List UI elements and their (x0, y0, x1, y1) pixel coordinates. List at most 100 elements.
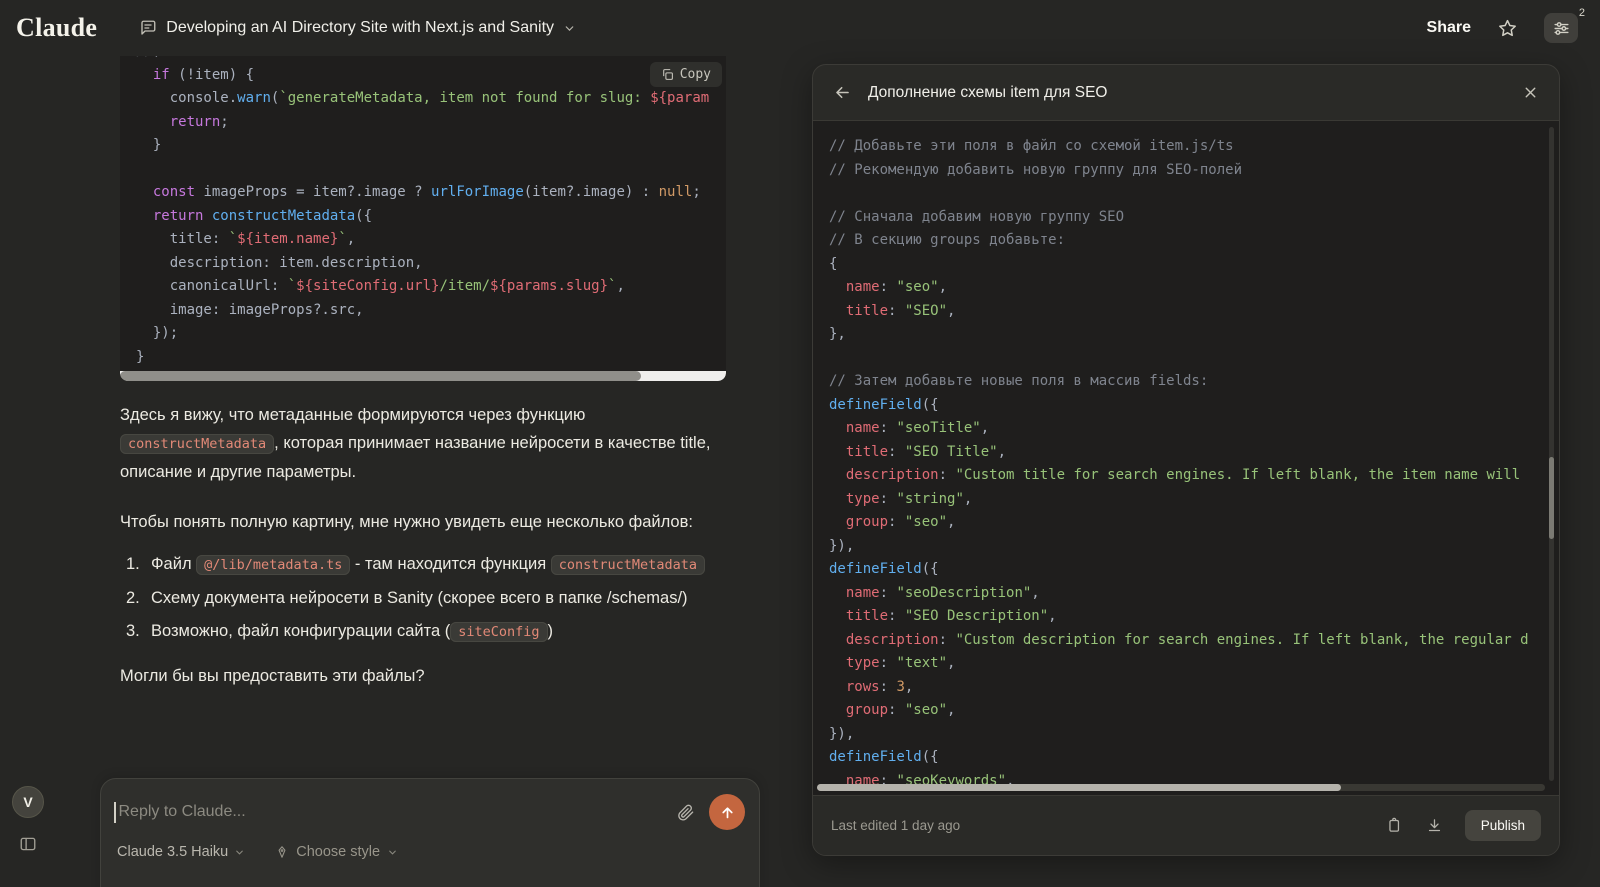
composer-options: Claude 3.5 Haiku Choose style (101, 830, 759, 860)
artifact-vscrollbar (1549, 127, 1554, 781)
code-line: rows: 3, (845, 678, 914, 695)
code-line: const imageProps = item?.image ? urlForI… (152, 184, 701, 200)
artifact-panel: Дополнение схемы item для SEO // Добавьт… (812, 64, 1560, 856)
code-line: title: "SEO Description", (845, 608, 1057, 624)
favorite-button[interactable] (1497, 18, 1518, 39)
close-button[interactable] (1522, 84, 1539, 101)
code-line: defineField({ (829, 749, 939, 765)
artifact-vscrollbar-thumb[interactable] (1549, 457, 1554, 539)
text-caret (114, 801, 116, 823)
user-avatar[interactable]: V (12, 786, 44, 818)
code-line: if (!item) { (152, 66, 255, 83)
sidebar-panel-icon (19, 835, 37, 853)
clipboard-icon (1385, 817, 1402, 834)
code-line: type: "string", (845, 490, 973, 507)
code-line: // Затем добавьте новые поля в массив fi… (829, 373, 1209, 389)
list-item: 1. Файл @/lib/metadata.ts - там находится… (120, 550, 744, 579)
chat-title: Developing an AI Directory Site with Nex… (166, 19, 555, 36)
settings-button[interactable]: 2 (1544, 7, 1585, 43)
chat-bubble-icon (139, 19, 157, 37)
code-line: canonicalUrl: `${siteConfig.url}/item/${… (136, 278, 625, 294)
style-label: Choose style (296, 844, 381, 860)
artifact-code-viewport: // Добавьте эти поля в файл со схемой it… (813, 121, 1559, 795)
style-selector[interactable]: Choose style (275, 844, 398, 860)
list-item: 2. Схему документа нейросети в Sanity (ск… (120, 584, 744, 612)
code-line: title: `${item.name}`, (136, 231, 356, 247)
message-paragraph: Могли бы вы предоставить эти файлы? (120, 667, 425, 685)
code-line: description: "Custom title for search en… (845, 467, 1521, 483)
back-button[interactable] (833, 83, 852, 102)
code-line: group: "seo", (845, 514, 956, 530)
inline-code: constructMetadata (120, 434, 275, 454)
code-line: } (136, 137, 162, 153)
code-line: // Добавьте эти поля в файл со схемой it… (829, 138, 1234, 154)
code-line: type: "text", (845, 655, 956, 671)
chat-area: //, if (!item) { console.warn(`generateM… (0, 56, 790, 778)
list-number: 2. (126, 589, 140, 607)
top-bar: Claude Developing an AI Directory Site w… (0, 0, 1600, 56)
copy-artifact-button[interactable] (1385, 817, 1402, 834)
code-line: description: item.description, (136, 254, 423, 271)
message-paragraph: Здесь я вижу, что метаданные формируются… (120, 406, 711, 481)
artifact-header: Дополнение схемы item для SEO (813, 65, 1559, 121)
artifact-footer: Last edited 1 day ago Publish (813, 795, 1559, 855)
code-line: defineField({ (829, 396, 939, 413)
artifact-hscrollbar (817, 784, 1545, 791)
inline-code: constructMetadata (550, 555, 705, 575)
claude-logo[interactable]: Claude (16, 13, 97, 43)
artifact-code: // Добавьте эти поля в файл со схемой it… (813, 121, 1559, 795)
code-line: return; (169, 113, 229, 130)
code-line: // Сначала добавим новую группу SEO (829, 208, 1125, 225)
list-item-text: Возможно, файл конфигурации сайта (siteC… (151, 622, 554, 642)
code-hscrollbar (120, 371, 726, 381)
chat-title-dropdown[interactable]: Developing an AI Directory Site with Nex… (139, 19, 576, 37)
list-item-text: Файл @/lib/metadata.ts - там находится ф… (151, 555, 705, 575)
code-line: name: "seoTitle", (845, 420, 990, 436)
arrow-left-icon (833, 83, 852, 102)
reply-input-card: Reply to Claude... Claude 3.5 Haiku Choo… (100, 778, 760, 887)
send-button[interactable] (709, 794, 745, 830)
paperclip-icon (676, 803, 695, 822)
code-line: }), (829, 725, 855, 742)
pen-nib-icon (275, 845, 289, 859)
arrow-up-icon (719, 804, 736, 821)
top-bar-actions: Share 2 (1427, 7, 1585, 43)
copy-button[interactable]: Copy (649, 62, 722, 87)
chevron-down-icon (234, 847, 245, 858)
last-edited-text: Last edited 1 day ago (831, 818, 961, 833)
code-line: // В секцию groups добавьте: (829, 232, 1066, 248)
copy-button-label: Copy (679, 67, 711, 82)
chevron-down-icon (563, 22, 576, 35)
download-button[interactable] (1426, 817, 1443, 834)
code-content: //, if (!item) { console.warn(`generateM… (136, 56, 726, 369)
code-line: return constructMetadata({ (152, 207, 373, 224)
code-line: }); (136, 325, 179, 341)
code-line: group: "seo", (845, 702, 956, 718)
list-item: 3. Возможно, файл конфигурации сайта (sit… (120, 617, 744, 646)
settings-badge: 2 (1578, 7, 1585, 19)
close-icon (1522, 84, 1539, 101)
code-block: //, if (!item) { console.warn(`generateM… (120, 56, 726, 381)
code-line: } (136, 348, 145, 365)
attach-button[interactable] (676, 803, 695, 822)
sidebar-toggle-button[interactable] (19, 835, 37, 853)
reply-input[interactable]: Reply to Claude... (119, 803, 246, 821)
model-selector[interactable]: Claude 3.5 Haiku (117, 844, 245, 860)
publish-button[interactable]: Publish (1464, 810, 1541, 841)
code-line: name: "seo", (845, 279, 948, 295)
copy-icon (661, 68, 674, 81)
code-line: { (829, 255, 838, 272)
artifact-hscrollbar-thumb[interactable] (817, 784, 1342, 791)
code-hscrollbar-thumb[interactable] (120, 371, 642, 381)
sliders-icon (1552, 19, 1571, 38)
code-line: title: "SEO", (845, 302, 956, 319)
list-number: 3. (126, 622, 140, 640)
code-line: defineField({ (829, 561, 939, 577)
share-button[interactable]: Share (1427, 19, 1471, 37)
code-line: }), (829, 537, 855, 554)
model-label: Claude 3.5 Haiku (117, 844, 229, 860)
code-line: // Рекомендую добавить новую группу для … (829, 161, 1243, 178)
list-item-text: Схему документа нейросети в Sanity (скор… (151, 589, 688, 607)
